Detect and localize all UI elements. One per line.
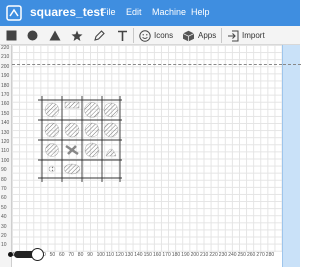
y-ruler-tick: 190 bbox=[1, 73, 10, 80]
triangle-icon bbox=[49, 30, 61, 41]
pen-icon bbox=[94, 29, 105, 41]
apps-label: Apps bbox=[198, 31, 217, 40]
y-ruler-tick: 160 bbox=[1, 101, 10, 108]
x-ruler-tick: 260 bbox=[247, 252, 256, 258]
x-ruler-tick: 60 bbox=[59, 252, 65, 258]
menu-edit[interactable]: Edit bbox=[126, 7, 142, 17]
star-tool-button[interactable] bbox=[71, 28, 83, 43]
y-ruler-tick: 70 bbox=[1, 186, 7, 192]
x-ruler-tick: 100 bbox=[96, 252, 105, 258]
y-ruler-tick: 40 bbox=[1, 214, 7, 221]
square-tool-button[interactable] bbox=[6, 28, 17, 43]
y-ruler-tick: 220 bbox=[1, 45, 10, 51]
triangle-tool-button[interactable] bbox=[49, 28, 61, 43]
squares-design[interactable] bbox=[36, 94, 124, 182]
y-ruler-tick: 170 bbox=[1, 92, 10, 98]
x-ruler-tick: 240 bbox=[228, 252, 237, 258]
square-icon bbox=[6, 30, 17, 41]
circle-icon bbox=[27, 30, 38, 41]
x-ruler-tick: 150 bbox=[143, 252, 152, 258]
app-title: squares_test bbox=[30, 5, 105, 19]
x-ruler-tick: 210 bbox=[200, 252, 209, 258]
toolbar-divider bbox=[221, 28, 222, 43]
y-ruler-tick: 60 bbox=[1, 195, 7, 202]
menu-machine[interactable]: Machine bbox=[152, 7, 186, 17]
y-ruler-tick: 50 bbox=[1, 204, 7, 211]
import-button[interactable]: Import bbox=[227, 28, 265, 43]
x-ruler-tick: 220 bbox=[209, 252, 218, 258]
x-ruler-tick: 180 bbox=[171, 252, 181, 258]
x-ruler-tick: 80 bbox=[77, 252, 84, 258]
import-icon bbox=[228, 30, 239, 41]
x-ruler-tick: 230 bbox=[218, 252, 228, 258]
app-logo-icon bbox=[6, 5, 22, 21]
x-ruler-tick: 110 bbox=[106, 252, 114, 258]
y-ruler-tick: 30 bbox=[1, 223, 7, 230]
toolbar: Icons Apps Import bbox=[0, 26, 300, 45]
pen-tool-button[interactable] bbox=[93, 28, 105, 43]
y-ruler: 220 210 200 190 180 170 160 150 140 130 120 110 100 9… bbox=[0, 45, 12, 267]
text-tool-button[interactable] bbox=[117, 28, 128, 43]
x-ruler-tick: 70 bbox=[68, 252, 74, 258]
smiley-icon bbox=[139, 29, 151, 42]
y-ruler-tick: 200 bbox=[1, 63, 10, 70]
y-ruler-tick: 130 bbox=[1, 129, 10, 136]
menu-help[interactable]: Help bbox=[191, 7, 210, 17]
menu-file[interactable]: File bbox=[101, 7, 116, 17]
y-ruler-tick: 150 bbox=[1, 110, 10, 117]
x-ruler-tick: 140 bbox=[134, 252, 143, 258]
x-ruler-tick: 120 bbox=[115, 252, 124, 258]
y-ruler-tick: 20 bbox=[1, 233, 7, 239]
x-ruler-tick: 190 bbox=[181, 252, 190, 258]
y-ruler-tick: 90 bbox=[1, 167, 7, 174]
view-toggle[interactable] bbox=[8, 248, 44, 261]
import-label: Import bbox=[242, 31, 265, 40]
y-ruler-tick: 120 bbox=[1, 139, 10, 145]
x-ruler-tick: 90 bbox=[87, 252, 93, 258]
text-icon bbox=[118, 30, 127, 41]
x-ruler-tick: 250 bbox=[237, 252, 246, 258]
x-ruler-tick: 50 bbox=[49, 252, 56, 258]
x-ruler-tick: 160 bbox=[153, 252, 162, 258]
icons-label: Icons bbox=[154, 31, 174, 40]
y-ruler-tick: 100 bbox=[1, 157, 10, 164]
x-ruler: 1020304050607080901001101201301401501601… bbox=[12, 252, 282, 260]
circle-tool-button[interactable] bbox=[27, 28, 38, 43]
star-icon bbox=[71, 30, 83, 41]
work-area-boundary bbox=[12, 64, 282, 65]
y-ruler-tick: 210 bbox=[1, 54, 10, 61]
icons-button[interactable]: Icons bbox=[139, 28, 173, 43]
toggle-knob[interactable] bbox=[31, 248, 44, 261]
y-ruler-tick: 10 bbox=[1, 242, 7, 249]
x-ruler-tick: 130 bbox=[124, 252, 134, 258]
panel-boundary bbox=[283, 64, 301, 65]
menu-bar: squares_test File Edit Machine Help bbox=[0, 0, 300, 26]
right-panel[interactable] bbox=[282, 45, 301, 267]
x-ruler-tick: 280 bbox=[265, 252, 275, 258]
origin-dot bbox=[8, 252, 13, 257]
y-ruler-tick: 140 bbox=[1, 120, 10, 127]
x-ruler-tick: 200 bbox=[190, 252, 199, 258]
x-ruler-tick: 170 bbox=[162, 252, 171, 258]
y-ruler-tick: 80 bbox=[1, 176, 7, 183]
toolbar-divider bbox=[133, 28, 134, 43]
y-ruler-tick: 180 bbox=[1, 82, 10, 89]
cube-icon bbox=[182, 30, 195, 41]
x-ruler-tick: 270 bbox=[256, 252, 265, 258]
y-ruler-tick: 110 bbox=[1, 148, 9, 155]
apps-button[interactable]: Apps bbox=[182, 28, 216, 43]
